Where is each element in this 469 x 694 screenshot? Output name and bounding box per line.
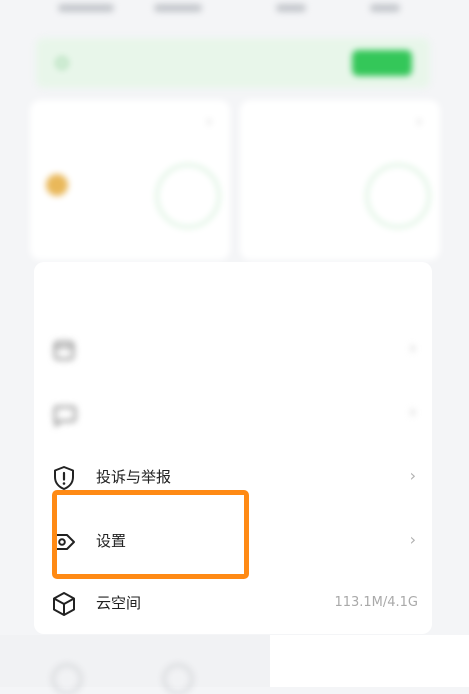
points-card[interactable]: ›: [240, 100, 440, 260]
list-item-blurred-2[interactable]: ›: [34, 384, 432, 444]
chevron-right-icon: ›: [409, 530, 416, 549]
banner-icon: [56, 57, 68, 69]
stat-placeholder: [370, 4, 400, 12]
promo-banner[interactable]: [36, 38, 430, 88]
services-panel: › › 投诉与举报 › 设置 › 云空间 113.1M/4.1G: [34, 262, 432, 634]
calendar-icon: [54, 341, 74, 360]
settings-tag-icon: [54, 534, 75, 550]
coin-icon: [46, 174, 68, 196]
top-stats-strip: [14, 0, 455, 28]
chevron-right-icon: ›: [409, 466, 416, 485]
chevron-right-icon: ›: [416, 114, 422, 130]
progress-ring-icon: [366, 164, 430, 228]
list-item-cloud-space[interactable]: 云空间 113.1M/4.1G: [34, 574, 432, 634]
chevron-right-icon: ›: [409, 402, 416, 421]
stat-placeholder: [58, 4, 114, 12]
shield-alert-icon: [54, 466, 74, 490]
list-item-settings[interactable]: 设置 ›: [34, 512, 432, 572]
list-item-label: 投诉与举报: [96, 468, 172, 486]
chat-bubble-icon: [53, 406, 76, 428]
wallet-card[interactable]: ›: [30, 100, 230, 260]
tab-icon[interactable]: [52, 664, 82, 694]
banner-action-button[interactable]: [352, 50, 412, 76]
stat-placeholder: [276, 4, 306, 12]
chevron-right-icon: ›: [206, 114, 212, 130]
list-item-blurred-1[interactable]: ›: [34, 320, 432, 380]
bottom-tab-bar: [0, 635, 270, 687]
list-item-complaint-report[interactable]: 投诉与举报 ›: [34, 448, 432, 508]
list-item-label: 设置: [96, 532, 127, 550]
tab-icon[interactable]: [163, 664, 193, 694]
list-item-label: 云空间: [96, 594, 142, 612]
cube-icon: [53, 592, 75, 616]
progress-ring-icon: [156, 164, 220, 228]
storage-usage-value: 113.1M/4.1G: [334, 595, 418, 610]
bottom-white-area: [270, 635, 469, 687]
chevron-right-icon: ›: [409, 338, 416, 357]
stat-placeholder: [154, 4, 202, 12]
